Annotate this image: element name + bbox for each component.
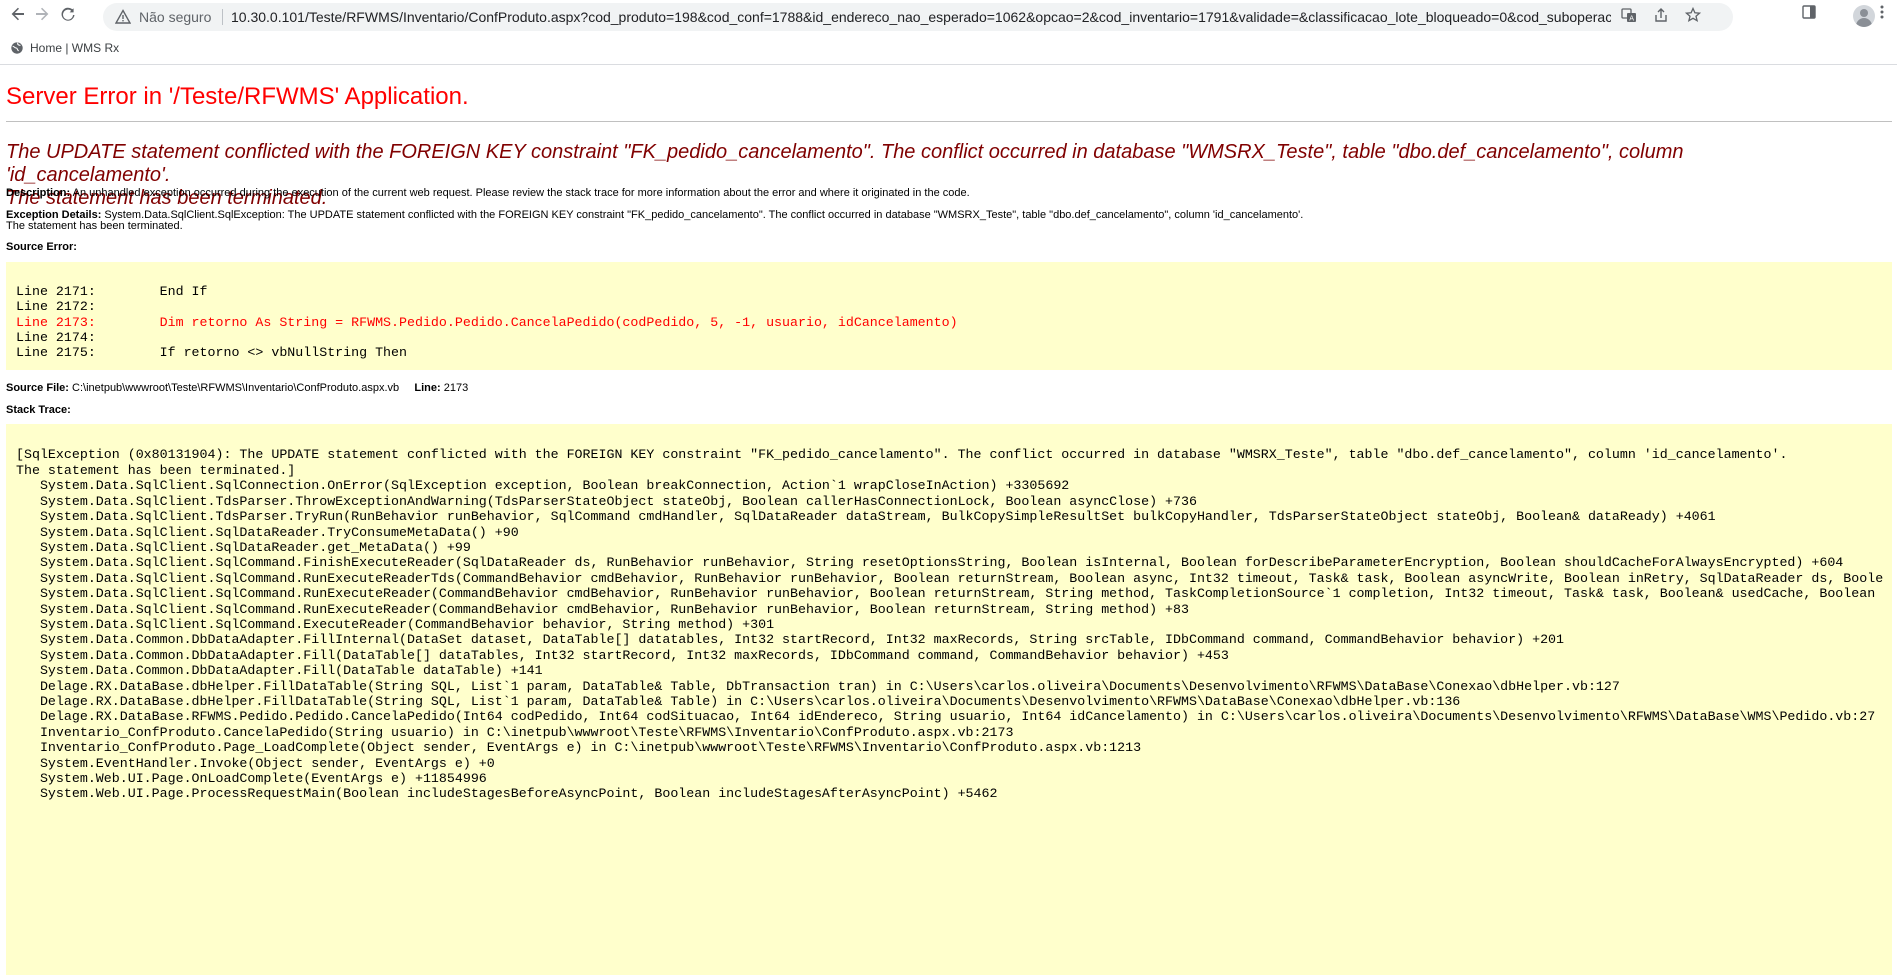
sidebar-icon[interactable] xyxy=(1797,4,1821,28)
exception-text-line-2: The statement has been terminated. xyxy=(6,220,183,232)
url-divider xyxy=(222,9,223,25)
exception-details: Exception Details: System.Data.SqlClient… xyxy=(6,209,1303,221)
source-error-label: Source Error: xyxy=(6,241,77,253)
title-divider xyxy=(6,121,1892,122)
source-file-path: C:\inetpub\wwwroot\Teste\RFWMS\Inventari… xyxy=(72,382,400,394)
browser-toolbar: Não seguro 10.30.0.101/Teste/RFWMS/Inven… xyxy=(0,0,1897,32)
source-error-box: Line 2171: End If Line 2172: Line 2173: … xyxy=(6,262,1892,370)
bookmark-label: Home | WMS Rx xyxy=(30,41,120,55)
stack-trace-label: Stack Trace: xyxy=(6,404,71,416)
address-bar[interactable]: Não seguro 10.30.0.101/Teste/RFWMS/Inven… xyxy=(103,3,1733,31)
translate-icon[interactable]: A xyxy=(1619,7,1639,27)
page-content: Server Error in '/Teste/RFWMS' Applicati… xyxy=(0,65,1897,975)
globe-icon xyxy=(10,41,24,55)
source-error-heading: Source Error: xyxy=(6,241,77,253)
description: Description: An unhandled exception occu… xyxy=(6,187,970,199)
bookmark-home-wms-rx[interactable]: Home | WMS Rx xyxy=(10,39,119,57)
reload-icon xyxy=(60,6,76,27)
kebab-menu-icon[interactable] xyxy=(1870,4,1894,28)
star-icon[interactable] xyxy=(1683,6,1703,27)
warning-icon[interactable] xyxy=(114,9,132,25)
description-label: Description: xyxy=(6,187,71,199)
url-text[interactable]: 10.30.0.101/Teste/RFWMS/Inventario/ConfP… xyxy=(231,3,1611,31)
page-title: Server Error in '/Teste/RFWMS' Applicati… xyxy=(6,83,469,110)
exception-text: System.Data.SqlClient.SqlException: The … xyxy=(104,209,1304,221)
svg-text:A: A xyxy=(1629,15,1634,23)
description-text: An unhandled exception occurred during t… xyxy=(72,187,970,199)
line-label: Line: xyxy=(414,382,441,394)
source-file-label: Source File: xyxy=(6,382,69,394)
error-message: The UPDATE statement conflicted with the… xyxy=(6,141,1786,210)
bookmarks-bar: Home | WMS Rx xyxy=(0,32,1897,65)
forward-button[interactable] xyxy=(30,4,54,28)
error-message-line-1: The UPDATE statement conflicted with the… xyxy=(6,141,1684,186)
line-number: 2173 xyxy=(443,382,469,394)
source-file: Source File: C:\inetpub\wwwroot\Teste\RF… xyxy=(6,382,468,394)
stack-trace-box: [SqlException (0x80131904): The UPDATE s… xyxy=(6,424,1892,975)
source-line-error: Line 2173: Dim retorno As String = RFWMS… xyxy=(16,315,958,330)
arrow-right-icon xyxy=(34,6,50,27)
arrow-left-icon xyxy=(10,6,26,27)
back-button[interactable] xyxy=(6,4,30,28)
share-icon[interactable] xyxy=(1651,7,1671,27)
stack-trace-heading: Stack Trace: xyxy=(6,404,71,416)
reload-button[interactable] xyxy=(56,4,80,28)
source-line: Line 2175: If retorno <> vbNullString Th… xyxy=(16,345,407,360)
security-label[interactable]: Não seguro xyxy=(139,3,211,31)
stack-line: System.Web.UI.Page.ProcessRequestMain(Bo… xyxy=(16,786,998,801)
